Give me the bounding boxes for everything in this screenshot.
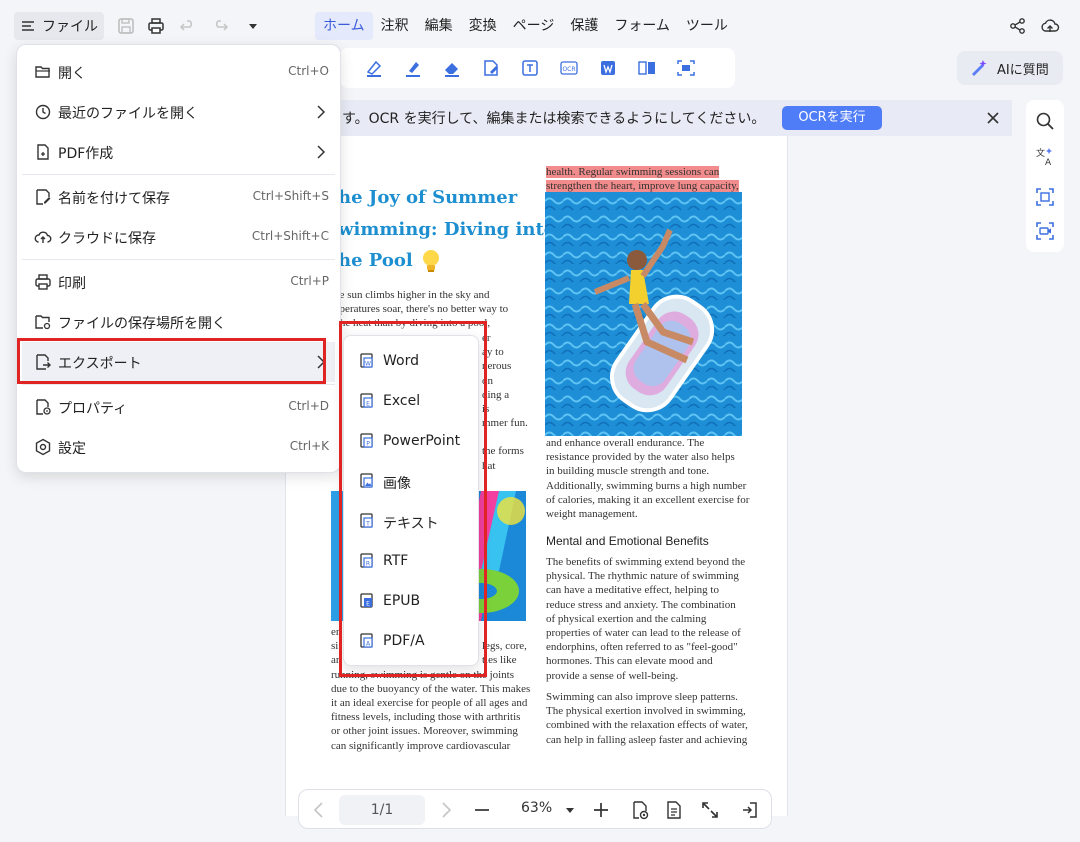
lightbulb-icon (419, 247, 443, 275)
home-ribbon: OCR (340, 48, 735, 88)
menu-item-settings[interactable]: 設定 Ctrl+K (22, 427, 335, 467)
zoom-in-icon[interactable] (590, 799, 612, 821)
menu-item-save-to-cloud[interactable]: クラウドに保存 Ctrl+Shift+C (22, 217, 335, 257)
ask-ai-label: AIに質問 (997, 62, 1049, 78)
text-box-icon[interactable] (510, 56, 549, 80)
ocr-icon[interactable]: OCR (549, 56, 588, 80)
scan-icon[interactable] (666, 56, 705, 80)
convert-word-icon[interactable] (588, 56, 627, 80)
save-icon[interactable] (116, 16, 136, 36)
next-page-icon[interactable] (435, 799, 457, 821)
exit-fullscreen-icon[interactable] (739, 799, 761, 821)
title-line: wimming: Diving into (338, 218, 556, 240)
left-column-fragments: er ay to nerous on ding a is mmer fun. t… (482, 332, 528, 472)
title-line: he Pool (338, 245, 578, 277)
ai-sparkle-icon (969, 58, 989, 78)
file-menu-label: ファイル (42, 19, 98, 35)
right-tool-rail: 文A (1026, 100, 1064, 252)
ask-ai-button[interactable]: AIに質問 (957, 51, 1063, 85)
tab-form[interactable]: フォーム (606, 12, 678, 40)
folder-open-icon (34, 63, 52, 81)
save-as-icon (34, 188, 52, 206)
right-column-body-3: Swimming can also improve sleep patterns… (546, 691, 748, 746)
underline-icon[interactable] (393, 56, 432, 80)
menu-item-open[interactable]: 開く Ctrl+O (22, 52, 335, 92)
menu-item-recent-files[interactable]: 最近のファイルを開く (22, 92, 335, 132)
main-menu-tabs: ホーム 注釈 編集 変換 ページ 保護 フォーム ツール (315, 12, 736, 40)
search-icon[interactable] (1034, 110, 1056, 132)
highlighted-text: health. Regular swimming sessions can st… (546, 166, 739, 193)
crop-screenshot-icon[interactable] (1034, 186, 1056, 208)
print-icon[interactable] (146, 16, 166, 36)
svg-text:A: A (1045, 158, 1052, 167)
section-heading: Mental and Emotional Benefits (546, 534, 709, 548)
chevron-right-icon (315, 144, 327, 160)
ocr-notice-bar: す。OCR を実行して、編集または検索できるようにしてください。 OCRを実行 (330, 100, 1012, 136)
cloud-upload-icon[interactable] (1040, 16, 1060, 36)
hamburger-icon (20, 18, 36, 34)
previous-page-icon[interactable] (308, 799, 330, 821)
quick-access-dropdown-icon[interactable] (243, 16, 263, 36)
clock-icon (34, 103, 52, 121)
edit-doc-icon[interactable] (471, 56, 510, 80)
menu-item-save-as[interactable]: 名前を付けて保存 Ctrl+Shift+S (22, 177, 335, 217)
tab-edit[interactable]: 編集 (417, 12, 461, 40)
folder-location-icon (34, 313, 52, 331)
page-layout-icon[interactable] (663, 799, 685, 821)
settings-icon (34, 438, 52, 456)
properties-icon (34, 398, 52, 416)
share-icon[interactable] (1008, 16, 1028, 36)
tab-page[interactable]: ページ (505, 12, 563, 40)
zoom-level[interactable]: 63% (521, 800, 552, 816)
fit-screen-icon[interactable] (699, 799, 721, 821)
menu-separator (22, 174, 335, 175)
compare-icon[interactable] (627, 56, 666, 80)
undo-icon[interactable] (178, 16, 198, 36)
highlight-icon[interactable] (354, 56, 393, 80)
menu-item-create-pdf[interactable]: PDF作成 (22, 132, 335, 172)
menu-item-properties[interactable]: プロパティ Ctrl+D (22, 387, 335, 427)
print-icon (34, 273, 52, 291)
file-dropdown-menu: 開く Ctrl+O 最近のファイルを開く PDF作成 名前を付けて保存 Ctrl… (16, 44, 341, 473)
eraser-icon[interactable] (432, 56, 471, 80)
ocr-notice-message: す。OCR を実行して、編集または検索できるようにしてください。 (342, 111, 766, 127)
tab-home[interactable]: ホーム (315, 12, 373, 40)
cloud-upload-icon (34, 228, 52, 246)
screen-record-icon[interactable] (1034, 220, 1056, 242)
right-column-body-1: and enhance overall endurance. The resis… (546, 437, 750, 521)
title-line: he Joy of Summer (338, 187, 518, 208)
submenu-highlight-box (339, 321, 487, 677)
run-ocr-button[interactable]: OCRを実行 (782, 106, 882, 130)
file-plus-icon (34, 143, 52, 161)
svg-text:文: 文 (1036, 147, 1045, 159)
tab-convert[interactable]: 変換 (461, 12, 505, 40)
redo-icon[interactable] (210, 16, 230, 36)
close-icon[interactable] (984, 109, 1002, 127)
menu-item-open-file-location[interactable]: ファイルの保存場所を開く (22, 302, 335, 342)
zoom-out-icon[interactable] (471, 799, 493, 821)
read-mode-icon[interactable] (629, 799, 651, 821)
file-menu-button[interactable]: ファイル (14, 12, 104, 40)
swimmer-photo (545, 192, 742, 436)
tab-annotate[interactable]: 注釈 (373, 12, 417, 40)
menu-item-print[interactable]: 印刷 Ctrl+P (22, 262, 335, 302)
svg-text:OCR: OCR (562, 66, 575, 73)
menu-separator (22, 259, 335, 260)
zoom-dropdown-icon[interactable] (559, 799, 581, 821)
left-bottom-fragments: legs, core, ties like (482, 640, 527, 667)
tab-tools[interactable]: ツール (678, 12, 736, 40)
translate-icon[interactable]: 文A (1034, 145, 1056, 167)
export-highlight-box (17, 338, 326, 384)
right-column-body-2: The benefits of swimming extend beyond t… (546, 556, 746, 682)
page-number-input[interactable]: 1/1 (339, 795, 425, 825)
document-title: he Joy of Summer wimming: Diving into he… (338, 182, 578, 277)
menu-separator (22, 384, 335, 385)
page-navigation-bar: 1/1 63% (298, 789, 772, 829)
chevron-right-icon (315, 104, 327, 120)
tab-protect[interactable]: 保護 (562, 12, 606, 40)
